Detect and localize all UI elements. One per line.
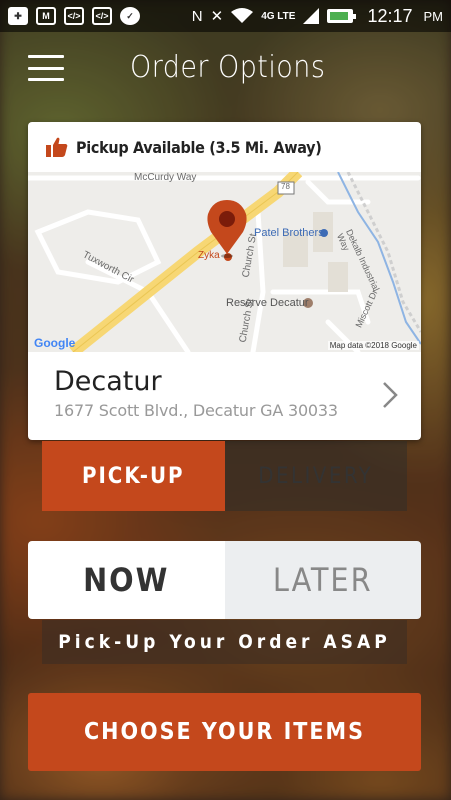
mute-icon: ✕ — [210, 8, 224, 25]
check-icon: ✓ — [120, 7, 140, 25]
network-label: 4G LTE — [261, 10, 296, 22]
pickup-availability: Pickup Available (3.5 Mi. Away) — [28, 122, 421, 172]
status-ampm: PM — [423, 8, 444, 24]
map-label: 78 — [281, 182, 290, 191]
page-title: Order Options — [130, 50, 326, 85]
chevron-right-icon[interactable] — [381, 380, 399, 410]
code-icon: </> — [92, 7, 112, 25]
battery-charging-icon — [327, 9, 357, 23]
signal-icon — [303, 8, 320, 24]
tab-later[interactable]: LATER — [224, 541, 421, 619]
thumbs-up-icon — [46, 137, 68, 157]
map-credit: Map data ©2018 Google — [327, 341, 419, 350]
nfc-icon: N — [191, 7, 203, 25]
google-logo: Google — [34, 336, 75, 350]
map-label: Patel Brothers — [254, 227, 324, 239]
map-label: Reserve Decatur — [226, 297, 309, 309]
google-logo-text: Google — [34, 336, 76, 350]
map-label: McCurdy Way — [134, 172, 197, 183]
status-time: 12:17 — [367, 5, 413, 26]
location-card: Pickup Available (3.5 Mi. Away) McCurdy … — [28, 122, 421, 440]
location-name: Decatur — [54, 366, 162, 397]
plus-icon: ✚ — [8, 7, 28, 25]
tab-now[interactable]: NOW — [28, 541, 225, 619]
choose-items-button[interactable]: CHOOSE YOUR ITEMS — [28, 693, 421, 771]
gmail-icon: M — [36, 7, 56, 25]
battery-level — [330, 12, 349, 20]
code-icon: </> — [64, 7, 84, 25]
tab-delivery[interactable]: DELIVERY — [224, 441, 407, 511]
wifi-icon — [231, 8, 254, 23]
fulfillment-tabs: PICK-UP DELIVERY — [42, 441, 407, 511]
location-details[interactable]: Decatur 1677 Scott Blvd., Decatur GA 300… — [28, 352, 421, 440]
status-bar: ✚ M </> </> ✓ N ✕ 4G LTE 12:17 PM — [0, 0, 451, 32]
pickup-available-text: Pickup Available (3.5 Mi. Away) — [76, 137, 322, 157]
location-address: 1677 Scott Blvd., Decatur GA 30033 — [54, 401, 338, 420]
asap-message: Pick-Up Your Order ASAP — [42, 620, 407, 664]
hamburger-menu-icon[interactable] — [28, 55, 64, 81]
timing-tabs: NOW LATER — [28, 541, 421, 619]
map-label: Zyka — [198, 250, 220, 261]
tab-pickup[interactable]: PICK-UP — [42, 441, 225, 511]
location-map[interactable]: McCurdy Way Tuxworth Cir Church St Churc… — [28, 172, 421, 352]
